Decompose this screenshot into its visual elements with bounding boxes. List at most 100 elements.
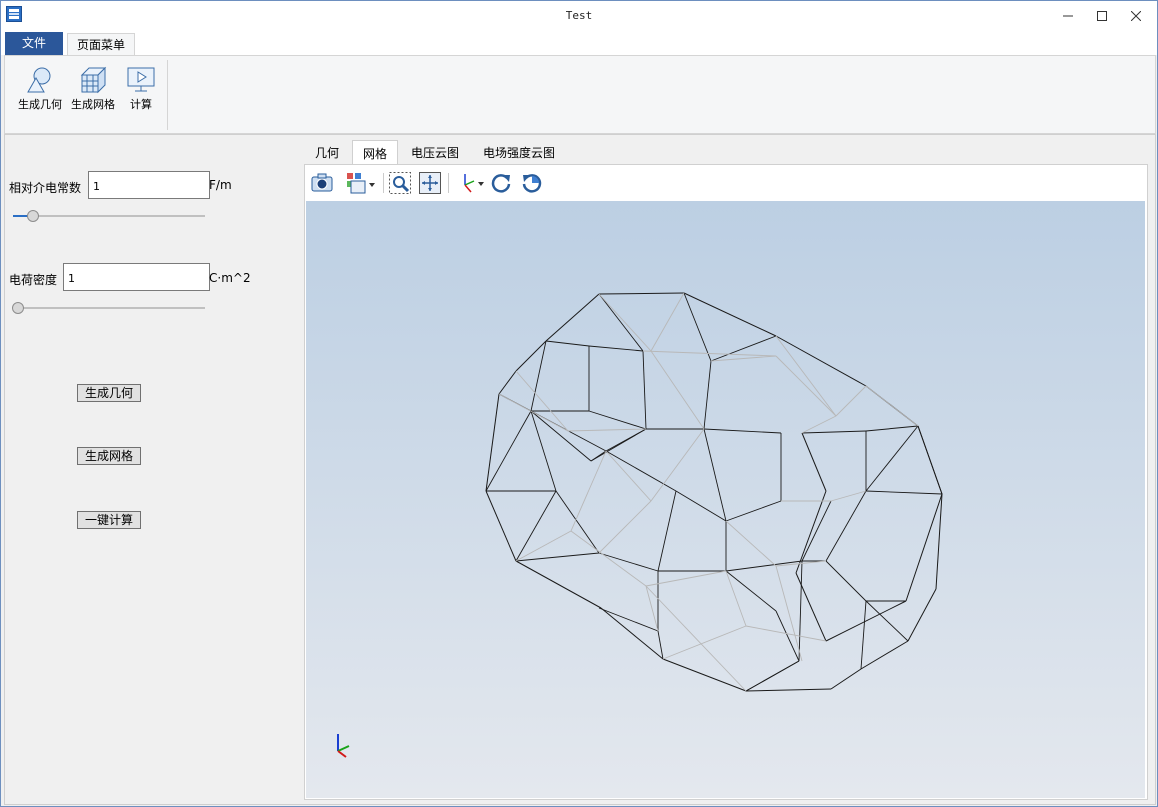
mesh-edge <box>598 292 685 295</box>
viewer-toolbar <box>305 165 1147 201</box>
mesh-edge <box>530 410 592 462</box>
mesh-edge <box>830 668 862 690</box>
mesh-edge <box>605 450 677 492</box>
mesh-edge <box>650 350 705 430</box>
mesh-edge <box>498 370 517 395</box>
ribbon-panel: 生成几何 生成网格 计算 <box>4 55 1156 134</box>
window-title: Test <box>565 9 593 22</box>
mesh-edge <box>801 415 837 434</box>
mesh-edge <box>860 640 909 670</box>
mesh-edge <box>598 500 652 554</box>
mesh-edge <box>917 425 943 495</box>
3d-viewport[interactable] <box>306 201 1145 798</box>
mesh-edge <box>710 355 777 362</box>
mesh-edge <box>865 425 919 492</box>
mesh-edge <box>725 520 777 567</box>
page-menu-tab[interactable]: 页面菜单 <box>67 33 135 56</box>
mesh-edge <box>745 660 800 692</box>
mesh-edge <box>545 340 590 347</box>
generate-geometry-button[interactable]: 生成几何 <box>77 384 141 402</box>
mesh-edge <box>662 625 747 660</box>
ribbon-separator <box>167 60 168 130</box>
mesh-edge <box>798 560 803 662</box>
close-button[interactable] <box>1119 1 1153 31</box>
tab-voltage-contour[interactable]: 电压云图 <box>401 140 469 166</box>
mesh-edge <box>825 560 867 602</box>
tab-field-strength-contour[interactable]: 电场强度云图 <box>475 140 563 166</box>
mesh-edge <box>515 340 547 372</box>
mesh-edge <box>675 490 727 522</box>
mesh-edge <box>570 450 607 532</box>
mesh-edge <box>865 425 919 432</box>
charge-density-slider-thumb[interactable] <box>12 302 24 314</box>
fit-view-icon[interactable] <box>418 171 442 195</box>
mesh-edge <box>605 428 647 452</box>
axis-triad-icon <box>337 734 350 758</box>
ribbon-generate-geometry-label: 生成几何 <box>18 98 62 111</box>
mesh-edge <box>588 345 644 352</box>
mesh-edge <box>598 607 659 632</box>
zoom-box-icon[interactable] <box>388 171 412 195</box>
mesh-edge <box>801 432 827 492</box>
minimize-button[interactable] <box>1051 1 1085 31</box>
ribbon-compute-label: 计算 <box>130 98 152 111</box>
ribbon-compute-button[interactable]: 计算 <box>115 64 167 124</box>
maximize-icon <box>1097 11 1107 21</box>
mesh-edge <box>825 490 867 562</box>
generate-mesh-button[interactable]: 生成网格 <box>77 447 141 465</box>
mesh-edge <box>485 490 517 562</box>
mesh-edge <box>775 335 837 417</box>
charge-density-slider[interactable] <box>13 307 205 309</box>
toolbar-separator <box>448 173 449 193</box>
viewer-panel <box>304 164 1148 800</box>
rotate-cw-icon[interactable] <box>489 171 513 195</box>
permittivity-slider[interactable] <box>13 215 205 217</box>
mesh-edge <box>598 293 652 352</box>
mesh-edge <box>545 293 600 342</box>
mesh-edge <box>725 500 782 522</box>
camera-icon[interactable] <box>310 171 334 195</box>
mesh-edge <box>710 335 777 362</box>
toolbar-separator <box>383 173 384 193</box>
title-bar[interactable]: Test <box>1 1 1157 31</box>
menu-bar: 文件 页面菜单 <box>1 31 1157 56</box>
mesh-edge <box>775 355 837 417</box>
mesh-edge <box>907 588 937 642</box>
mesh-edge <box>745 625 827 642</box>
tab-mesh[interactable]: 网格 <box>352 140 398 167</box>
mesh-edge <box>645 585 747 692</box>
mesh-edge <box>657 490 677 572</box>
mesh-edge <box>485 410 532 492</box>
mesh-edge <box>650 292 685 352</box>
geometry-icon <box>27 67 51 93</box>
mesh-edge <box>703 428 727 522</box>
mesh-edge <box>801 430 867 434</box>
compute-icon <box>127 67 155 92</box>
mesh-edge <box>555 490 600 554</box>
charge-density-input[interactable]: 1 <box>63 263 210 291</box>
charge-density-label: 电荷密度 <box>9 273 58 287</box>
ribbon-generate-geometry-button[interactable]: 生成几何 <box>14 64 66 124</box>
permittivity-slider-thumb[interactable] <box>27 210 40 222</box>
mesh-edge <box>588 410 647 430</box>
mesh-edge <box>775 565 803 662</box>
permittivity-input[interactable]: 1 <box>88 171 210 199</box>
mesh-edge <box>485 393 500 492</box>
rotate-ccw-icon[interactable] <box>520 171 544 195</box>
mesh-edge <box>865 385 919 427</box>
compute-all-button[interactable]: 一键计算 <box>77 511 141 529</box>
mesh-edge <box>662 658 747 692</box>
tab-geometry[interactable]: 几何 <box>307 140 347 166</box>
mesh-edge <box>683 292 777 337</box>
ribbon-generate-mesh-button[interactable]: 生成网格 <box>67 64 119 124</box>
view-mode-icon[interactable] <box>345 171 377 195</box>
mesh-edge <box>775 335 867 387</box>
mesh-edge <box>515 370 569 432</box>
file-menu-tab[interactable]: 文件 <box>5 32 63 55</box>
mesh-edge <box>657 630 664 660</box>
axes-orientation-icon[interactable] <box>455 171 485 195</box>
mesh-edge <box>745 688 832 692</box>
mesh-edge <box>703 360 712 430</box>
mesh-edge <box>860 600 867 670</box>
maximize-button[interactable] <box>1085 1 1119 31</box>
